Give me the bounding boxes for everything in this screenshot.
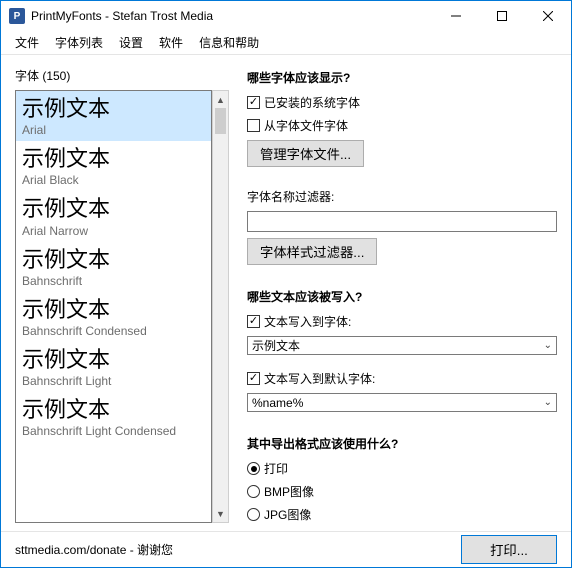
menubar: 文件 字体列表 设置 软件 信息和帮助 [1,31,571,55]
window-controls [433,1,571,31]
checkbox-installed-label: 已安装的系统字体 [264,94,360,111]
font-name-label: Bahnschrift Light Condensed [22,424,205,438]
font-name-label: Arial Narrow [22,224,205,238]
font-name-label: Arial [22,123,205,137]
font-name-label: Bahnschrift Light [22,374,205,388]
menu-fontlist[interactable]: 字体列表 [47,31,111,54]
checkbox-text-in-font-label: 文本写入到字体: [264,313,351,330]
font-sample-text: 示例文本 [22,97,205,121]
font-name-label: Bahnschrift Condensed [22,324,205,338]
chevron-down-icon: ⌄ [544,397,552,408]
manage-font-files-button[interactable]: 管理字体文件... [247,140,364,167]
footer: sttmedia.com/donate - 谢谢您 打印... [1,531,571,567]
chevron-down-icon: ⌄ [544,340,552,351]
radio-bmp[interactable] [247,485,260,498]
menu-software[interactable]: 软件 [151,31,191,54]
font-list-item[interactable]: 示例文本 Arial [16,91,211,141]
section-text-title: 哪些文本应该被写入? [247,288,557,305]
checkbox-installed-row[interactable]: 已安装的系统字体 [247,94,557,111]
titlebar: P PrintMyFonts - Stefan Trost Media [1,1,571,31]
text-default-select[interactable]: %name% ⌄ [247,393,557,412]
font-list-item[interactable]: 示例文本 Arial Narrow [16,191,211,241]
checkbox-text-in-font-row[interactable]: 文本写入到字体: [247,313,557,330]
font-sample-text: 示例文本 [22,248,205,272]
font-sample-text: 示例文本 [22,147,205,171]
radio-jpg-label: JPG图像 [264,506,311,523]
font-list[interactable]: 示例文本 Arial 示例文本 Arial Black 示例文本 Arial Narrow… [15,90,212,523]
font-list-wrap: 示例文本 Arial 示例文本 Arial Black 示例文本 Arial Narrow… [15,90,229,523]
font-name-label: Bahnschrift [22,274,205,288]
font-style-filter-button[interactable]: 字体样式过滤器... [247,238,377,265]
section-display-title: 哪些字体应该显示? [247,69,557,86]
font-list-item[interactable]: 示例文本 Arial Black [16,141,211,191]
checkbox-text-default-row[interactable]: 文本写入到默认字体: [247,370,557,387]
font-sample-text: 示例文本 [22,398,205,422]
checkbox-text-default-label: 文本写入到默认字体: [264,370,375,387]
minimize-button[interactable] [433,1,479,31]
checkbox-text-default[interactable] [247,372,260,385]
radio-print-row[interactable]: 打印 [247,460,557,477]
radio-bmp-row[interactable]: BMP图像 [247,483,557,500]
font-list-item[interactable]: 示例文本 Bahnschrift Light [16,342,211,392]
window-title: PrintMyFonts - Stefan Trost Media [31,9,433,23]
menu-settings[interactable]: 设置 [111,31,151,54]
radio-print[interactable] [247,462,260,475]
scroll-thumb[interactable] [215,108,226,134]
radio-bmp-label: BMP图像 [264,483,314,500]
print-button[interactable]: 打印... [461,535,557,564]
section-export-title: 其中导出格式应该使用什么? [247,435,557,452]
text-default-value: %name% [252,396,544,410]
maximize-button[interactable] [479,1,525,31]
app-icon: P [9,8,25,24]
checkbox-installed[interactable] [247,96,260,109]
radio-jpg-row[interactable]: JPG图像 [247,506,557,523]
left-column: 字体 (150) 示例文本 Arial 示例文本 Arial Black 示例文本 Ari… [15,67,229,523]
font-list-item[interactable]: 示例文本 Bahnschrift Light Condensed [16,392,211,442]
scrollbar[interactable]: ▲ ▼ [212,90,229,523]
status-text: sttmedia.com/donate - 谢谢您 [15,541,461,558]
close-button[interactable] [525,1,571,31]
font-sample-text: 示例文本 [22,298,205,322]
font-name-filter-input[interactable] [247,211,557,232]
scroll-down-button[interactable]: ▼ [213,505,228,522]
font-list-item[interactable]: 示例文本 Bahnschrift Condensed [16,292,211,342]
font-list-item[interactable]: 示例文本 Bahnschrift [16,242,211,292]
checkbox-fromfile[interactable] [247,119,260,132]
menu-file[interactable]: 文件 [7,31,47,54]
text-in-font-select[interactable]: 示例文本 ⌄ [247,336,557,355]
right-column: 哪些字体应该显示? 已安装的系统字体 从字体文件字体 管理字体文件... 字体名… [247,67,557,523]
text-in-font-value: 示例文本 [252,337,544,354]
menu-help[interactable]: 信息和帮助 [191,31,267,54]
content-area: 字体 (150) 示例文本 Arial 示例文本 Arial Black 示例文本 Ari… [1,55,571,531]
font-sample-text: 示例文本 [22,348,205,372]
scroll-track[interactable] [213,108,228,505]
checkbox-fromfile-label: 从字体文件字体 [264,117,348,134]
font-list-title: 字体 (150) [15,67,229,84]
radio-print-label: 打印 [264,460,288,477]
radio-jpg[interactable] [247,508,260,521]
checkbox-text-in-font[interactable] [247,315,260,328]
font-sample-text: 示例文本 [22,197,205,221]
font-name-label: Arial Black [22,173,205,187]
app-window: P PrintMyFonts - Stefan Trost Media 文件 字… [0,0,572,568]
checkbox-fromfile-row[interactable]: 从字体文件字体 [247,117,557,134]
scroll-up-button[interactable]: ▲ [213,91,228,108]
filter-label: 字体名称过滤器: [247,188,557,205]
